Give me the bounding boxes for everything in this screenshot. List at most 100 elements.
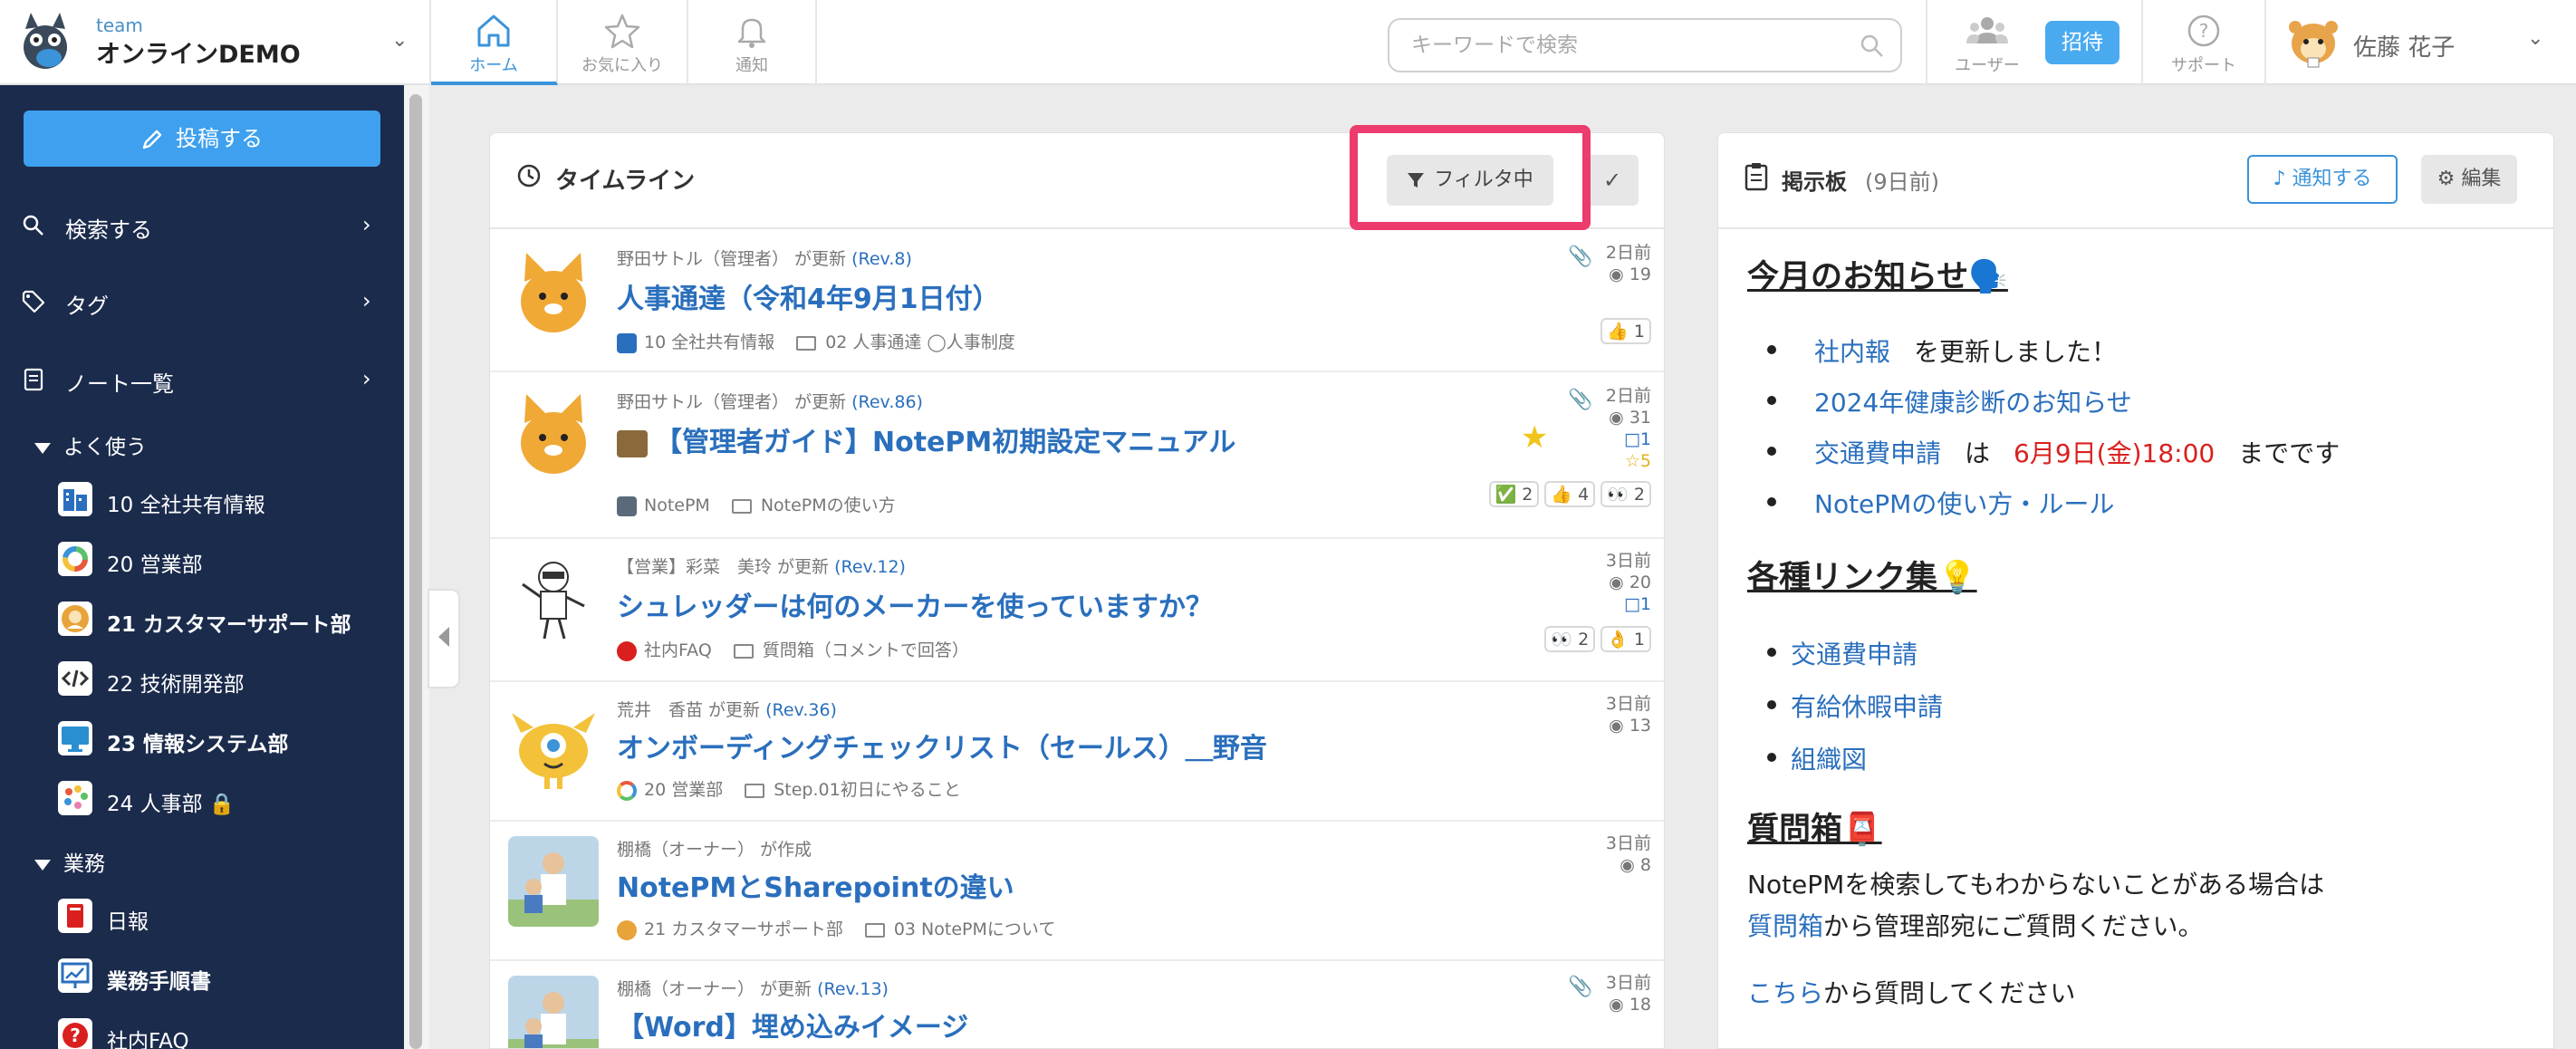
list-item: NotePMの使い方・ルール <box>1767 485 2114 521</box>
reaction-badge[interactable]: 👌 1 <box>1600 626 1651 652</box>
entry-title[interactable]: 【Word】埋め込みイメージ <box>617 1005 968 1044</box>
tab-favorites-label: お気に入り <box>582 56 663 75</box>
timeline-entry[interactable]: 荒井 香苗 が更新 (Rev.36) オンボーディングチェックリスト（セールス）… <box>490 682 1664 822</box>
entry-revision[interactable]: (Rev.12) <box>834 557 906 577</box>
here-link[interactable]: こちら <box>1747 978 1823 1008</box>
link-item[interactable]: 組織図 <box>1791 745 1867 775</box>
entry-title[interactable]: NotePMとSharepointの違い <box>617 865 1014 905</box>
entry-folder[interactable]: 02 人事通達 <box>825 332 921 352</box>
sidebar-collapse-button[interactable] <box>428 589 460 688</box>
entry-stats: 3日前 ◉ 8 <box>1606 832 1651 876</box>
entry-title[interactable]: オンボーディングチェックリスト（セールス）＿野音 <box>617 726 1267 765</box>
attachment-icon: 📎 <box>1568 389 1593 411</box>
entry-revision[interactable]: (Rev.86) <box>851 392 923 412</box>
presentation-icon <box>58 958 92 993</box>
reaction-badge[interactable]: 👀 2 <box>1544 626 1596 652</box>
chevron-down-icon[interactable]: ⌄ <box>2527 27 2543 50</box>
timeline-panel: タイムライン フィルタ中 ✓ 野田サトル（管理者） が更新 (Rev.8) 人事… <box>489 132 1665 1049</box>
scrollbar-thumb[interactable] <box>409 94 422 1049</box>
notice-text: までです <box>2238 438 2341 468</box>
sidebar-item-search[interactable]: 検索する › <box>0 197 404 252</box>
tab-home[interactable]: ホーム <box>431 0 558 85</box>
list-item: 有給休暇申請 <box>1767 688 1943 724</box>
reaction-badge[interactable]: 👍 4 <box>1544 481 1596 507</box>
link-item[interactable]: 有給休暇申請 <box>1791 692 1943 722</box>
entry-revision[interactable]: (Rev.8) <box>851 249 912 269</box>
entry-location: 21 カスタマーサポート部 03 NotePMについて <box>617 916 1055 940</box>
entry-comments-count: 1 <box>1639 594 1651 614</box>
reaction-badge[interactable]: ✅ 2 <box>1488 481 1540 507</box>
eye-icon: ◉ <box>1609 265 1624 284</box>
entry-views: ◉ 18 <box>1606 994 1651 1015</box>
folder-icon <box>733 643 754 659</box>
entry-location: 社内FAQ 質問箱（コメントで回答） <box>617 637 969 661</box>
mark-read-button[interactable]: ✓ <box>1586 155 1639 206</box>
sidebar-section-favorites[interactable]: よく使う <box>34 429 147 460</box>
entry-title[interactable]: シュレッダーは何のメーカーを使っていますか？ <box>617 584 1213 624</box>
timeline-entry[interactable]: 野田サトル（管理者） が更新 (Rev.86) 【管理者ガイド】NotePM初期… <box>490 372 1664 539</box>
sidebar-item-notes[interactable]: ノート一覧 › <box>0 351 404 406</box>
entry-category[interactable]: 社内FAQ <box>644 640 712 660</box>
entry-category[interactable]: 10 全社共有情報 <box>644 332 774 352</box>
notepm-icon <box>617 496 637 516</box>
user-menu[interactable]: 佐藤 花子 ⌄ <box>2264 0 2576 85</box>
timeline-entry[interactable]: 野田サトル（管理者） が更新 (Rev.8) 人事通達（令和4年9月1日付） 1… <box>490 229 1664 372</box>
tab-favorites[interactable]: お気に入り <box>558 0 688 85</box>
entry-title[interactable]: 【管理者ガイド】NotePM初期設定マニュアル <box>617 419 1235 459</box>
team-switcher[interactable]: team オンラインDEMO ⌄ <box>0 0 431 85</box>
qa-link[interactable]: 質問箱 <box>1747 911 1823 941</box>
invite-button[interactable]: 招待 <box>2045 21 2119 64</box>
search-icon[interactable] <box>1859 33 1886 60</box>
notice-link[interactable]: 2024年健康診断のお知らせ <box>1814 388 2132 418</box>
notice-link[interactable]: 交通費申請 <box>1814 438 1941 468</box>
chevron-left-icon <box>438 627 449 647</box>
entry-folder[interactable]: 質問箱（コメントで回答） <box>763 640 969 660</box>
qa-text-rest: から管理部宛にご質問ください。 <box>1823 911 2204 941</box>
lock-icon: 🔒 <box>208 793 235 816</box>
users-button[interactable]: ユーザー <box>1947 0 2027 85</box>
sidebar-item-tags[interactable]: タグ › <box>0 274 404 328</box>
entry-folder[interactable]: NotePMの使い方 <box>761 496 896 515</box>
notice-text: を更新しました！ <box>1914 337 2118 367</box>
entry-folder[interactable]: 03 NotePMについて <box>894 919 1055 939</box>
entry-views-count: 18 <box>1629 995 1651 1015</box>
edit-button[interactable]: ⚙ 編集 <box>2421 155 2517 204</box>
entry-category[interactable]: NotePM <box>644 496 710 515</box>
bell-icon <box>737 18 766 48</box>
favorite-star-icon[interactable]: ★ <box>1521 419 1548 456</box>
timeline-entry[interactable]: 【営業】彩菜 美玲 が更新 (Rev.12) シュレッダーは何のメーカーを使って… <box>490 539 1664 682</box>
sidebar-item-label: 業務手順書 <box>107 970 211 994</box>
sidebar-item-label: 検索する <box>65 217 152 243</box>
entry-category[interactable]: 20 営業部 <box>644 780 723 800</box>
notice-link[interactable]: NotePMの使い方・ルール <box>1814 489 2114 519</box>
entry-meta: 棚橋（オーナー） が作成 <box>617 836 812 861</box>
link-item[interactable]: 交通費申請 <box>1791 640 1918 669</box>
entry-revision[interactable]: (Rev.13) <box>817 979 889 999</box>
entry-views-count: 31 <box>1629 408 1651 428</box>
entry-reactions: 👀 2 👌 1 <box>1539 626 1651 652</box>
post-button[interactable]: 投稿する <box>24 111 380 167</box>
svg-text:?: ? <box>2199 20 2209 42</box>
reaction-badge[interactable]: 👀 2 <box>1600 481 1651 507</box>
search-box[interactable] <box>1388 18 1902 72</box>
support-button[interactable]: ? サポート <box>2163 0 2244 85</box>
search-input[interactable] <box>1411 29 1837 62</box>
sidebar-section-label: 業務 <box>63 852 105 876</box>
entry-revision[interactable]: (Rev.36) <box>765 700 837 720</box>
entry-folder[interactable]: Step.01初日にやること <box>774 780 960 800</box>
chevron-down-icon[interactable]: ⌄ <box>391 29 408 52</box>
notice-link[interactable]: 社内報 <box>1814 337 1890 367</box>
entry-category[interactable]: 21 カスタマーサポート部 <box>644 919 843 939</box>
entry-author: 棚橋（オーナー） が作成 <box>617 840 812 860</box>
clipboard-icon <box>1745 163 1768 191</box>
timeline-entry[interactable]: 棚橋（オーナー） が作成 NotePMとSharepointの違い 21 カスタ… <box>490 822 1664 961</box>
reaction-badge[interactable]: 👍 1 <box>1600 318 1651 344</box>
sidebar-section-work[interactable]: 業務 <box>34 846 105 877</box>
tab-notifications[interactable]: 通知 <box>688 0 817 85</box>
entry-title[interactable]: 人事通達（令和4年9月1日付） <box>617 276 1000 316</box>
entry-tag[interactable]: 人事制度 <box>947 332 1015 352</box>
sidebar-scrollbar[interactable] <box>404 85 429 1049</box>
notify-button[interactable]: ♪ 通知する <box>2247 155 2398 204</box>
sidebar-item-label: 日報 <box>107 910 149 934</box>
timeline-entry[interactable]: 棚橋（オーナー） が更新 (Rev.13) 【Word】埋め込みイメージ 📎 3… <box>490 961 1664 1048</box>
